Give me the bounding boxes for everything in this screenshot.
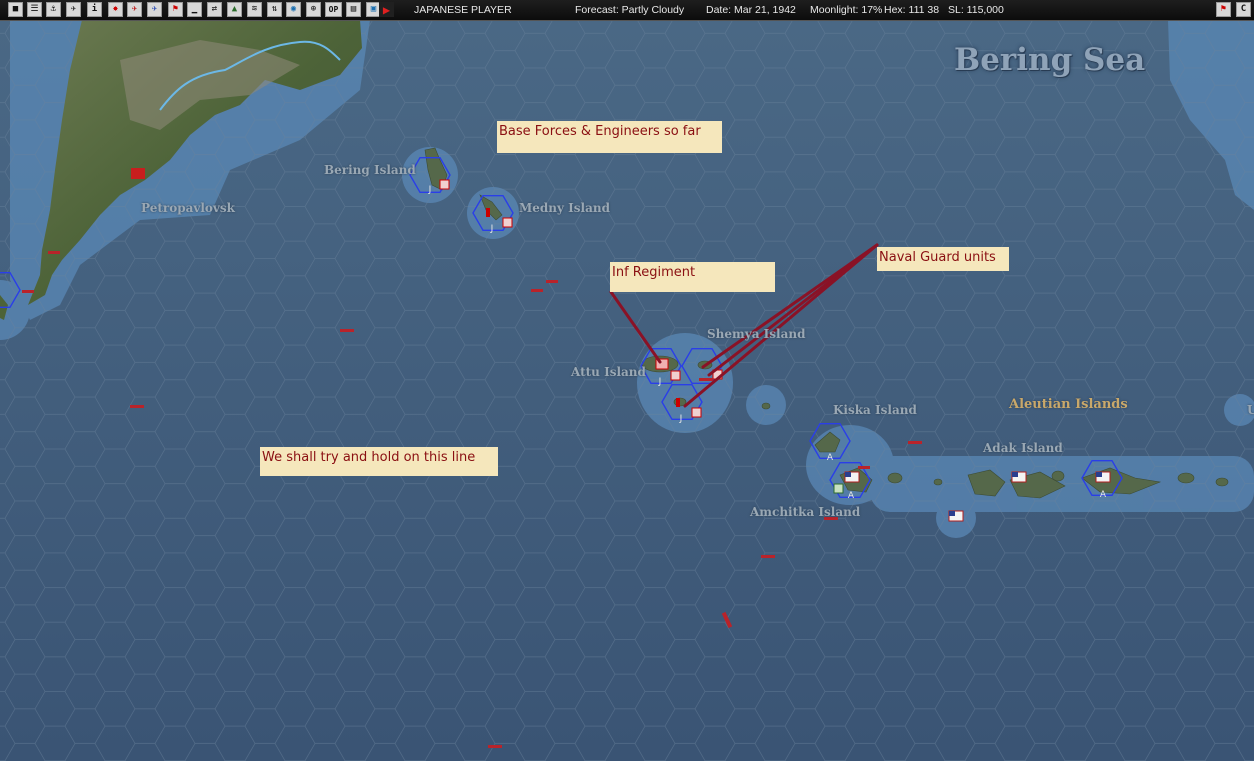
date-label: Date: Mar 21, 1942 xyxy=(706,4,796,16)
close-label: C xyxy=(1240,4,1247,14)
flag-icon[interactable]: ⚑ xyxy=(168,2,183,17)
attu-island-label: Attu Island xyxy=(571,365,646,379)
shemya-island-label: Shemya Island xyxy=(707,327,806,341)
transfer-icon[interactable]: ⇄ xyxy=(207,2,222,17)
ship-marker xyxy=(546,280,558,283)
ship-marker xyxy=(130,405,144,408)
base-icon[interactable]: ▲ xyxy=(227,2,242,17)
moonlight-label: Moonlight: 17% xyxy=(810,4,883,16)
base-counter-medny xyxy=(502,217,513,228)
list-icon[interactable]: ▤ xyxy=(346,2,361,17)
ship-marker xyxy=(531,289,543,292)
top-toolbar: ■ ☰ ⚓ ✈ i ✸ ✈ ✈ ⚑ ▁ ⇄ ▲ ≋ ⇅ ◉ ⊕ OP ▤ ▣ ▶… xyxy=(0,0,1254,21)
ship-marker xyxy=(488,745,502,748)
hex-marker-medny: J xyxy=(490,224,494,234)
hex-marker-bering: J xyxy=(428,185,432,195)
hex-marker-attu: J xyxy=(658,377,662,387)
flag-counter-medny xyxy=(486,208,490,217)
note-inf-regiment: Inf Regiment xyxy=(610,262,775,292)
square-icon[interactable]: ■ xyxy=(8,2,23,17)
sl-label: SL: 115,000 xyxy=(948,4,1004,16)
close-icon[interactable]: C xyxy=(1236,2,1251,17)
game-window: ■ ☰ ⚓ ✈ i ✸ ✈ ✈ ⚑ ▁ ⇄ ▲ ≋ ⇅ ◉ ⊕ OP ▤ ▣ ▶… xyxy=(0,0,1254,761)
ship-group-icon[interactable]: ⚓ xyxy=(46,2,61,17)
soviet-flag-icon xyxy=(131,168,145,179)
hex-marker-attu-south: J xyxy=(679,414,683,424)
ship-marker xyxy=(48,251,60,254)
convoy-icon[interactable]: ≋ xyxy=(247,2,262,17)
petropavlovsk-label: Petropavlovsk xyxy=(141,201,235,215)
flag-counter-attu-south xyxy=(676,398,680,407)
note-base-forces: Base Forces & Engineers so far xyxy=(497,121,722,153)
aircraft-group-icon[interactable]: ✈ xyxy=(66,2,81,17)
adak-island-label: Adak Island xyxy=(983,441,1063,455)
hex-label: Hex: 111 38 xyxy=(884,4,940,16)
medny-island-label: Medny Island xyxy=(519,201,611,215)
info-label: i xyxy=(91,4,98,14)
op-label: OP xyxy=(328,4,339,14)
aleutian-islands-label: Aleutian Islands xyxy=(1009,397,1128,412)
base-counter-amchitka xyxy=(833,483,844,494)
note-naval-guard: Naval Guard units xyxy=(877,247,1009,271)
hex-marker-kiska: A xyxy=(827,453,834,463)
ship-marker xyxy=(699,378,713,381)
game-map[interactable]: J J J J A A A Bering Sea Bering Island M… xyxy=(0,20,1254,761)
ship-marker xyxy=(908,441,922,444)
player-label: JAPANESE PLAYER xyxy=(414,4,512,16)
edge-place-label: U xyxy=(1247,403,1254,417)
ship-marker xyxy=(340,329,354,332)
target-icon[interactable]: ⊕ xyxy=(306,2,321,17)
hex-marker-amchitka: A xyxy=(848,491,855,501)
amchitka-island-label: Amchitka Island xyxy=(750,505,861,519)
bering-island-label: Bering Island xyxy=(324,163,416,177)
base-counter-bering xyxy=(439,179,450,190)
info-icon[interactable]: i xyxy=(87,2,102,17)
note-hold-line: We shall try and hold on this line xyxy=(260,447,498,476)
report-icon[interactable]: ⚑ xyxy=(1216,2,1231,17)
hex-marker-adak: A xyxy=(1100,490,1107,500)
globe-icon[interactable]: ◉ xyxy=(286,2,301,17)
ship-marker xyxy=(858,466,870,469)
burst-icon[interactable]: ✸ xyxy=(108,2,123,17)
op-icon[interactable]: OP xyxy=(325,2,342,17)
base-counter-attu-south xyxy=(691,407,702,418)
ship-marker xyxy=(22,290,34,293)
plane-blue-icon[interactable]: ✈ xyxy=(147,2,162,17)
base-counter-attu xyxy=(670,370,681,381)
sub-icon[interactable]: ▁ xyxy=(187,2,202,17)
document-icon[interactable]: ☰ xyxy=(27,2,42,17)
bering-sea-label: Bering Sea xyxy=(954,42,1146,78)
exchange-icon[interactable]: ⇅ xyxy=(267,2,282,17)
kiska-island-label: Kiska Island xyxy=(833,403,917,417)
play-turn-icon[interactable]: ▶ xyxy=(379,2,394,17)
ship-marker xyxy=(761,555,775,558)
plane-red-icon[interactable]: ✈ xyxy=(127,2,142,17)
forecast-label: Forecast: Partly Cloudy xyxy=(575,4,685,16)
